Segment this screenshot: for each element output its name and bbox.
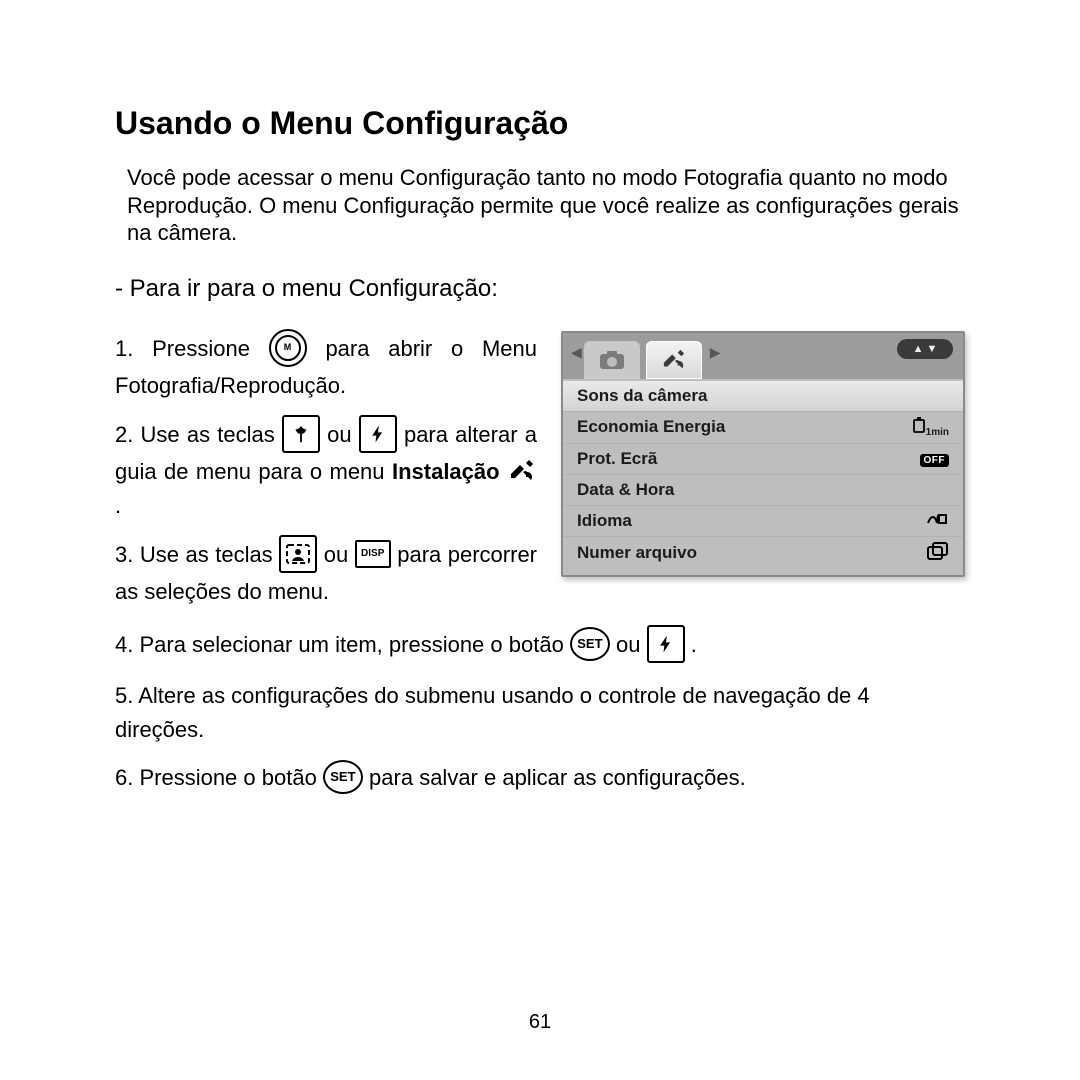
menu-row: Economia Energia 1min [563, 411, 963, 443]
face-detect-key-icon [279, 535, 317, 573]
menu-row-value [927, 542, 949, 564]
step-4: 4. Para selecionar um item, pressione o … [115, 627, 965, 665]
step-3: 3. Use as teclas ou DISP para percorrer … [115, 537, 537, 609]
menu-row: Prot. Ecrã OFF [563, 443, 963, 474]
step-5: 5. Altere as configurações do submenu us… [115, 679, 965, 747]
disp-key-icon: DISP [355, 540, 391, 568]
intro-paragraph: Você pode acessar o menu Configuração ta… [127, 164, 965, 247]
menu-row-value [925, 512, 949, 530]
set-button-icon: SET [323, 760, 363, 794]
step-1: 1. Pressione M para abrir o Menu Fotogra… [115, 331, 537, 403]
menu-row: Data & Hora [563, 474, 963, 505]
macro-key-icon [282, 415, 320, 453]
tab-arrow-left-icon: ◀ [569, 344, 584, 367]
page-title: Usando o Menu Configuração [115, 105, 965, 142]
menu-row-label: Numer arquivo [577, 543, 697, 563]
menu-row-label: Data & Hora [577, 480, 674, 500]
menu-tab-bar: ◀ ▶ ▲ ▼ [563, 333, 963, 379]
tab-arrow-right-icon: ▶ [708, 344, 723, 367]
menu-row: Idioma [563, 505, 963, 536]
menu-row-label: Sons da câmera [577, 386, 707, 406]
menu-item-list: Sons da câmera Economia Energia 1min Pro… [563, 379, 963, 575]
page-number: 61 [0, 1011, 1080, 1034]
section-subhead: - Para ir para o menu Configuração: [115, 275, 965, 303]
instruction-column: 1. Pressione M para abrir o Menu Fotogra… [115, 331, 537, 623]
menu-row-value: OFF [920, 450, 950, 467]
camera-menu-screenshot: ◀ ▶ ▲ ▼ Sons da câmera Economia Energia [561, 331, 965, 577]
menu-row: Numer arquivo [563, 536, 963, 569]
wrench-icon [507, 458, 537, 484]
flash-key-icon [647, 625, 685, 663]
menu-row-label: Idioma [577, 511, 632, 531]
step-2: 2. Use as teclas ou para alterar a guia … [115, 417, 537, 523]
tab-setup [646, 341, 702, 379]
flash-key-icon [359, 415, 397, 453]
step-6: 6. Pressione o botão SET para salvar e a… [115, 761, 965, 796]
menu-row-label: Economia Energia [577, 417, 725, 437]
tab-camera [584, 341, 640, 379]
menu-button-icon: M [269, 329, 307, 367]
scroll-indicator: ▲ ▼ [897, 339, 953, 359]
menu-row-value: 1min [912, 417, 949, 438]
set-button-icon: SET [570, 627, 610, 661]
menu-row: Sons da câmera [563, 381, 963, 411]
menu-row-label: Prot. Ecrã [577, 449, 657, 469]
